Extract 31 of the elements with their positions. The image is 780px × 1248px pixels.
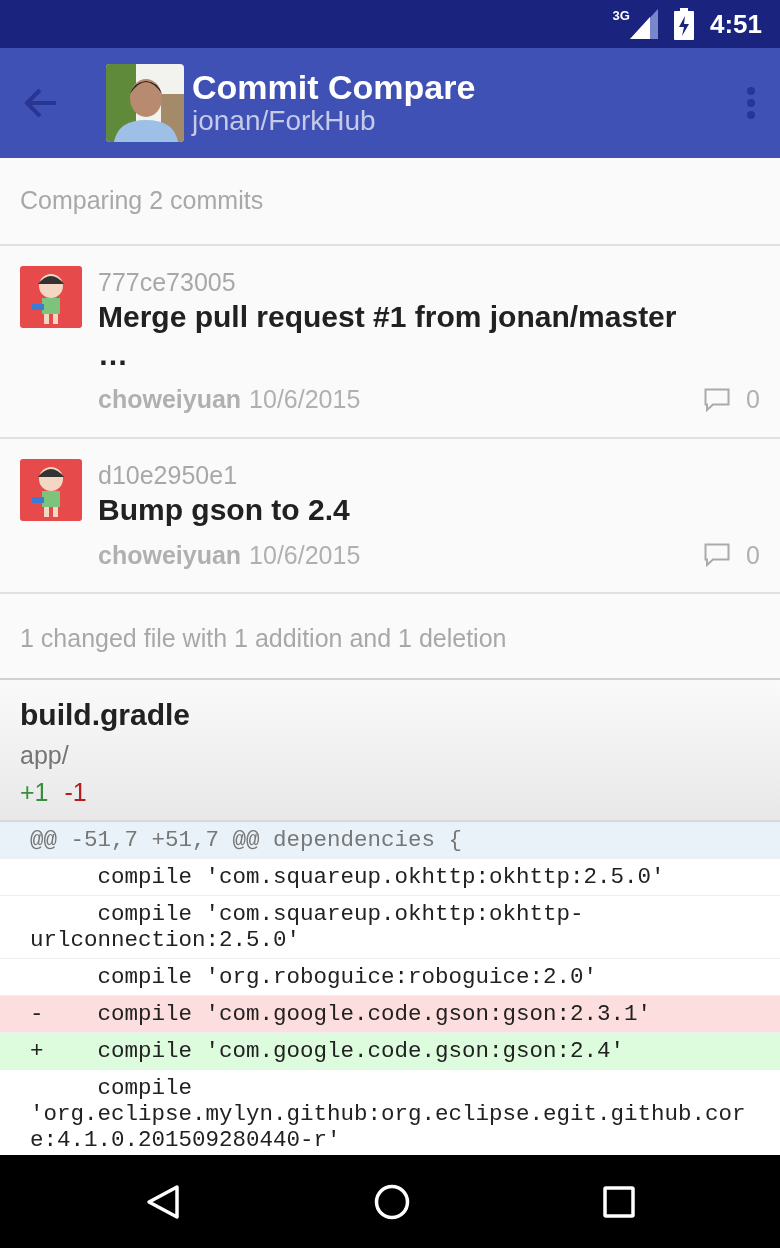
recents-icon[interactable] [603,1185,636,1218]
change-summary: 1 changed file with 1 addition and 1 deletion [20,624,507,652]
commit-message: Merge pull request #1 from jonan/master … [98,299,678,373]
comment-count: 0 [746,384,760,415]
avatar-drawing [20,265,82,328]
commit-date: 10/6/2015 [249,539,362,571]
comment-count: 0 [746,539,760,571]
deletions-count: -1 [64,778,87,806]
avatar-drawing [20,458,82,521]
comment-icon [704,543,731,568]
battery-icon [673,8,694,40]
repository-name: jonan/ForkHub [192,106,376,138]
back-icon[interactable] [144,1183,181,1220]
commit-message: Bump gson to 2.4 [98,492,351,528]
commit-author: choweiyuan [98,384,242,415]
commit-date: 10/6/2015 [249,384,362,415]
home-icon[interactable] [374,1183,410,1220]
file-path: app/ [20,739,70,771]
comparing-label: Comparing 2 commits [20,186,264,214]
additions-count: +1 [20,778,49,806]
commit-sha: 777ce73005 [98,266,237,298]
clock-time: 4:51 [709,7,762,41]
screen-title: Commit Compare [192,68,477,107]
file-name: build.gradle [20,696,191,733]
commit-author: choweiyuan [98,539,242,571]
commit-row[interactable]: 777ce73005 Merge pull request #1 from jonan/master … choweiyuan 10/6/2015 0 [0,245,780,439]
commit-sha: d10e2950e1 [98,459,239,491]
comment-icon [704,387,731,412]
commit-row[interactable]: d10e2950e1 Bump gson to 2.4 choweiyuan 10/6/2015 0 [0,438,780,594]
network-type: 3G [612,9,630,22]
hunk-header: @@ -51,7 +51,7 @@ dependencies { [0,821,780,859]
